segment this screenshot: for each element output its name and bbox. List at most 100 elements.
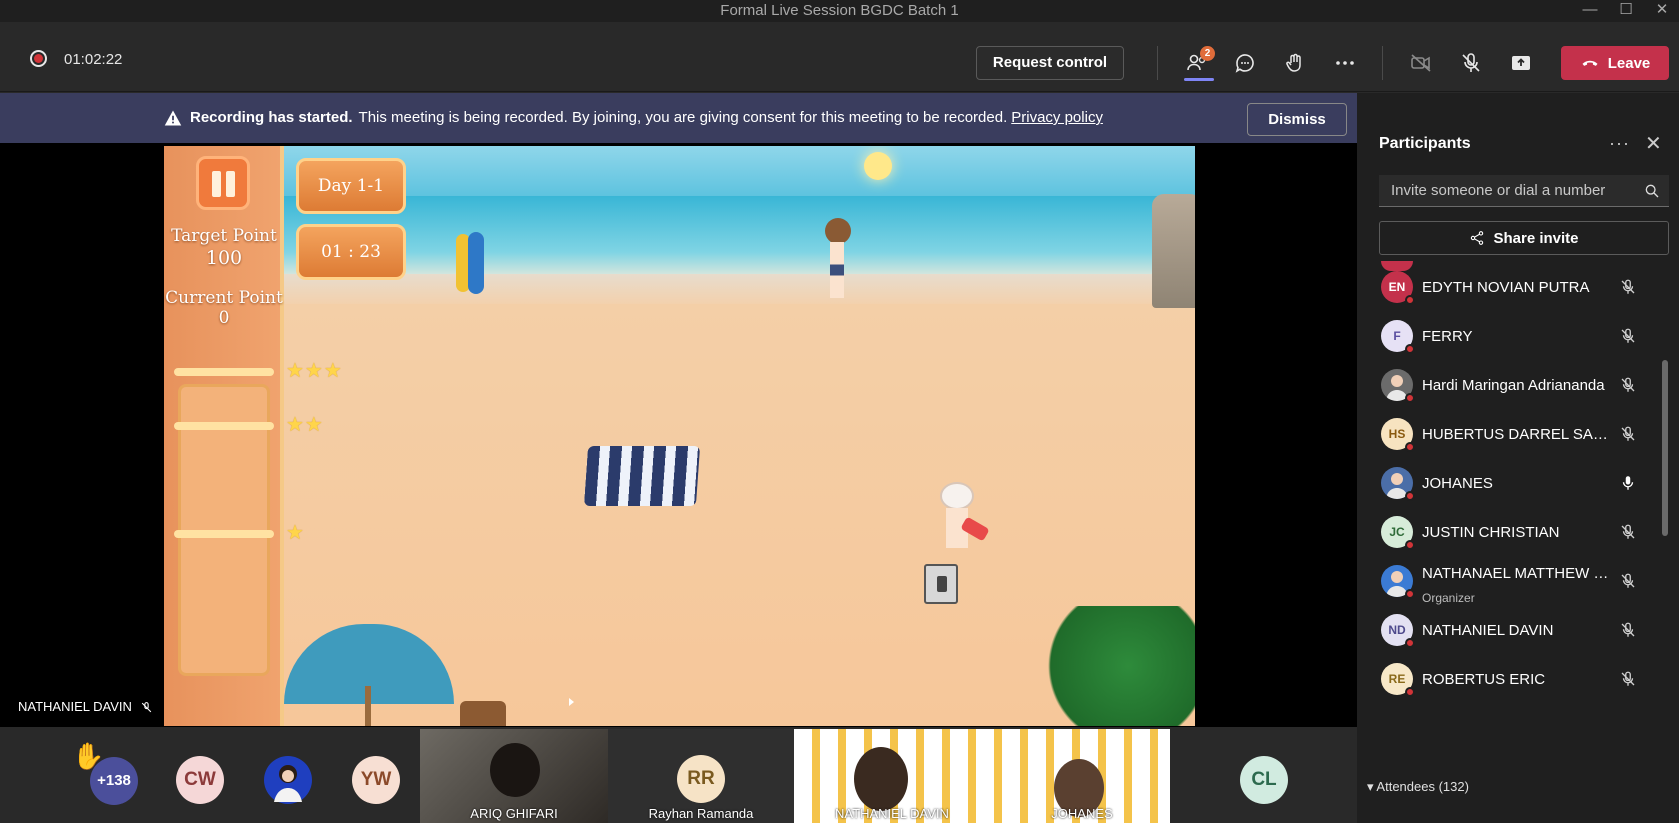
participants-panel: Participants ··· ✕ Share invite EN EDYTH … xyxy=(1357,93,1679,823)
warning-icon xyxy=(164,110,182,126)
close-window-button[interactable]: ✕ xyxy=(1640,0,1679,22)
window-title: Formal Live Session BGDC Batch 1 xyxy=(720,2,959,19)
recording-icon xyxy=(30,50,47,67)
mouse-cursor xyxy=(569,698,574,706)
game-pause-button[interactable] xyxy=(196,156,250,210)
beach-chair-sprite xyxy=(460,701,506,726)
participant-name: FERRY xyxy=(1422,328,1473,345)
person-photo-icon xyxy=(274,765,302,802)
banner-bold-text: Recording has started. xyxy=(190,109,353,126)
gallery-avatar-yw[interactable]: YW xyxy=(352,756,400,804)
game-timer-badge: 01 : 23 xyxy=(296,224,406,280)
panel-close-button[interactable]: ✕ xyxy=(1645,131,1662,156)
panel-scrollbar[interactable] xyxy=(1662,360,1668,536)
day-badge: Day 1-1 xyxy=(296,158,406,214)
mic-off-icon[interactable] xyxy=(1619,425,1637,443)
mic-off-icon[interactable] xyxy=(1619,523,1637,541)
participant-video xyxy=(854,747,908,811)
video-tile-ariq[interactable]: ARIQ GHIFARI xyxy=(420,729,608,823)
video-tile-nathaniel-johanes[interactable]: NATHANIEL DAVIN JOHANES xyxy=(794,729,1170,823)
search-icon[interactable] xyxy=(1644,183,1660,199)
meeting-toolbar: 01:02:22 Request control 2 Leave xyxy=(0,22,1679,92)
beach-towel-sprite xyxy=(583,446,701,506)
share-content-button[interactable] xyxy=(1504,48,1538,78)
participant-row[interactable]: Hardi Maringan Adriananda xyxy=(1357,361,1667,413)
sun-sprite xyxy=(864,152,892,180)
teams-meeting-window: Formal Live Session BGDC Batch 1 — ☐ ✕ 0… xyxy=(0,0,1679,823)
presence-status-icon xyxy=(1405,442,1415,452)
meeting-timer: 01:02:22 xyxy=(64,51,123,68)
participant-row[interactable]: F FERRY xyxy=(1357,312,1667,364)
mic-toggle-button[interactable] xyxy=(1454,48,1488,78)
recording-banner: Recording has started. This meeting is be… xyxy=(0,93,1357,143)
video-tile-name: NATHANIEL DAVIN xyxy=(835,806,949,821)
leave-label: Leave xyxy=(1607,54,1651,72)
participant-avatar: HS xyxy=(1381,418,1415,452)
invite-input[interactable] xyxy=(1379,175,1669,207)
mic-off-icon[interactable] xyxy=(1619,327,1637,345)
share-screen-icon xyxy=(1512,56,1530,70)
overflow-participants-button[interactable]: +138 xyxy=(90,757,138,805)
surfboard-sprite xyxy=(468,232,484,294)
participant-avatar: ND xyxy=(1381,614,1415,648)
presence-status-icon xyxy=(1405,687,1415,697)
statue-sprite xyxy=(1152,194,1195,308)
participant-row[interactable]: JC JUSTIN CHRISTIAN xyxy=(1357,508,1667,560)
gallery-avatar-photo[interactable] xyxy=(264,756,312,804)
beach-girl-sprite xyxy=(822,218,852,300)
camera-off-icon xyxy=(1411,54,1431,72)
participant-row[interactable]: HS HUBERTUS DARREL SANTO... xyxy=(1357,410,1667,462)
participant-name: EDYTH NOVIAN PUTRA xyxy=(1422,279,1590,296)
stars-one: ★ xyxy=(286,522,305,544)
privacy-policy-link[interactable]: Privacy policy xyxy=(1011,109,1103,126)
mic-off-icon[interactable] xyxy=(1619,621,1637,639)
participant-row[interactable]: RE ROBERTUS ERIC xyxy=(1357,655,1667,707)
title-bar: Formal Live Session BGDC Batch 1 — ☐ ✕ xyxy=(0,0,1679,22)
reactions-button[interactable] xyxy=(1278,48,1312,78)
more-actions-button[interactable] xyxy=(1328,48,1362,78)
attendees-section-header[interactable]: ▾ Attendees (132) xyxy=(1367,779,1469,795)
participant-name: NATHANIEL DAVIN xyxy=(1422,622,1554,639)
participant-name: Hardi Maringan Adriananda xyxy=(1422,377,1605,394)
stars-two: ★★ xyxy=(286,414,324,436)
mic-off-icon[interactable] xyxy=(1619,572,1637,590)
mic-off-icon[interactable] xyxy=(1619,670,1637,688)
toolbar-divider xyxy=(1157,46,1158,80)
participant-avatar: JC xyxy=(1381,516,1415,550)
game-screen[interactable]: Target Point 100 Current Point 0 Day 1-1… xyxy=(164,146,1195,726)
presence-status-icon xyxy=(1405,589,1415,599)
participant-row[interactable]: EN EDYTH NOVIAN PUTRA xyxy=(1357,263,1667,315)
attendees-label: Attendees (132) xyxy=(1376,779,1469,794)
participant-row[interactable]: ND NATHANIEL DAVIN xyxy=(1357,606,1667,658)
mic-off-icon[interactable] xyxy=(1619,376,1637,394)
leave-button[interactable]: Leave xyxy=(1561,46,1669,80)
gallery-avatar-cw[interactable]: CW xyxy=(176,756,224,804)
presence-status-icon xyxy=(1405,295,1415,305)
chat-button[interactable] xyxy=(1228,48,1262,78)
target-point-value: 100 xyxy=(205,247,243,269)
request-control-button[interactable]: Request control xyxy=(976,46,1124,80)
mic-on-icon[interactable] xyxy=(1619,474,1637,492)
mic-off-icon xyxy=(1462,53,1480,72)
dismiss-button[interactable]: Dismiss xyxy=(1247,103,1347,136)
phone-hangup-icon xyxy=(1582,60,1598,66)
stars-three: ★★★ xyxy=(286,360,343,382)
camera-toggle-button[interactable] xyxy=(1404,48,1438,78)
presence-status-icon xyxy=(1405,491,1415,501)
participant-row[interactable]: JOHANES xyxy=(1357,459,1667,511)
share-invite-button[interactable]: Share invite xyxy=(1379,221,1669,255)
gallery-avatar-cl[interactable]: CL xyxy=(1240,756,1288,804)
participant-name: HUBERTUS DARREL SANTO... xyxy=(1422,426,1612,443)
mic-off-icon[interactable] xyxy=(1619,278,1637,296)
video-tile-name: Rayhan Ramanda xyxy=(648,806,754,821)
more-icon xyxy=(1336,61,1354,65)
mic-off-icon xyxy=(141,701,152,712)
toolbar-divider xyxy=(1382,46,1383,80)
video-tile-rayhan[interactable]: RR Rayhan Ramanda xyxy=(608,729,794,823)
participant-name: JUSTIN CHRISTIAN xyxy=(1422,524,1560,541)
panel-more-button[interactable]: ··· xyxy=(1609,133,1630,154)
participant-video xyxy=(490,743,540,797)
panel-title: Participants xyxy=(1379,135,1471,152)
participant-row[interactable]: NATHANAEL MATTHEW M... Organizer xyxy=(1357,557,1667,609)
participant-avatar xyxy=(1381,467,1415,501)
